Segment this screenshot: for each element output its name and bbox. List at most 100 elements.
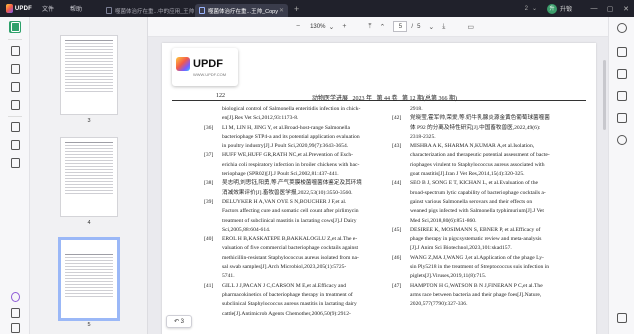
first-page-icon[interactable]: ⤒: [368, 23, 371, 31]
reference-line: [40] EROL H B,KASKATEPE B,BAKKALOGLU Z,et…: [204, 235, 388, 244]
protect-button[interactable]: [9, 139, 21, 151]
previous-page-icon[interactable]: ⌃: [380, 23, 386, 31]
minimize-icon[interactable]: —: [586, 5, 602, 12]
reference-line: [44] SEO B J, SONG E T, KICHAN L, et al.E…: [392, 179, 564, 188]
reference-number: [392, 161, 410, 170]
layers-button[interactable]: [9, 307, 21, 319]
page-number: 122: [216, 93, 225, 99]
page-thumbnail-4[interactable]: [60, 137, 118, 217]
chevron-down-icon[interactable]: ⌄: [328, 23, 334, 31]
reference-line: cattle[J].Antimicrob Agents Chemother,20…: [204, 310, 388, 319]
reference-line: riophages virulent to Staphylococcus aur…: [392, 161, 564, 170]
reference-line: piglets[J].Viruses,2019,11(8):715.: [392, 272, 564, 281]
reference-number: [39]: [204, 198, 214, 205]
reference-line: teriophage (SPR02)[J].J Poult Sci,2002,8…: [204, 170, 388, 179]
ocr-icon[interactable]: [617, 47, 627, 57]
reference-number: [392, 291, 410, 300]
reference-number: [392, 189, 410, 198]
chevron-down-icon[interactable]: ⌄: [532, 5, 537, 12]
journal-info: 动物医学进展 2023 年 第 44 卷 第 12 期(总第 366 期): [312, 96, 458, 102]
reference-number: [392, 198, 410, 207]
zoom-in-button[interactable]: +: [342, 23, 346, 30]
save-icon[interactable]: [617, 135, 627, 145]
avatar[interactable]: 升: [546, 3, 557, 14]
reference-text: 5741.: [222, 273, 235, 280]
comment-mode-button[interactable]: [9, 45, 21, 57]
reference-text: 体 P92 的分离及特性研究[J].中国畜牧兽医,2022,49(6):: [410, 124, 541, 131]
reference-line: [42] 党晓莹,霍军帅,荣爱,等.奶牛乳腺炎源金黄色葡萄球菌噬菌: [392, 114, 564, 123]
reference-text: HUFF WE,HUFF GR,RATH NC,et al.Prevention…: [222, 152, 354, 159]
current-page-input[interactable]: 5: [393, 21, 408, 32]
reference-text: arms race between bacteria and their pha…: [410, 291, 542, 298]
reference-line: [47] HAMPTON H G,WATSON B N J,FINERAN P C…: [392, 282, 564, 291]
updf-watermark: UPDF WWW.UPDF.COM: [172, 48, 238, 86]
total-pages: 5: [417, 23, 421, 30]
ai-icon: [10, 292, 20, 302]
next-page-icon[interactable]: ⌄: [428, 23, 434, 31]
page-thumbnail-3[interactable]: [60, 35, 118, 115]
reference-number: [392, 133, 410, 142]
reference-number: [41]: [204, 282, 214, 289]
reference-text: 吴志明,刘思钰,阳勇,等.产气荚膜梭菌噬菌体鉴定及其环境: [222, 180, 362, 187]
edit-mode-button[interactable]: [9, 63, 21, 75]
watermark-url: WWW.UPDF.COM: [193, 72, 227, 77]
thumbnail-panel: 3 4 5: [30, 17, 148, 334]
menu-file[interactable]: 文件: [42, 4, 60, 13]
document-viewport[interactable]: UPDF WWW.UPDF.COM 122 动物医学进展 2023 年 第 44…: [148, 37, 608, 334]
app-logo: UPDF: [6, 4, 32, 13]
more-icon[interactable]: [617, 313, 627, 323]
layers-icon: [10, 308, 20, 318]
reference-line: Med Sci,2018,80(6):851-860.: [392, 217, 564, 226]
reference-text: Factors affecting cure and somatic cell …: [222, 208, 359, 215]
reference-text: biological control of Salmonella enterit…: [222, 106, 361, 112]
reference-line: 2918.: [392, 105, 564, 114]
reader-icon: [10, 22, 20, 32]
zoom-level[interactable]: 130%: [310, 24, 325, 30]
references-right-column: 2918. [42] 党晓莹,霍军帅,荣爱,等.奶牛乳腺炎源金黄色葡萄球菌噬菌体 P…: [392, 105, 564, 310]
form-button[interactable]: [9, 121, 21, 133]
new-tab-button[interactable]: +: [294, 4, 299, 14]
presentation-icon[interactable]: ▭: [467, 23, 474, 31]
reference-number: [45]: [392, 226, 402, 233]
user-name[interactable]: 升锻: [560, 4, 572, 13]
reference-number: [204, 263, 222, 272]
organize-icon: [10, 82, 20, 92]
page-thumbnail-5[interactable]: [58, 237, 120, 321]
reader-mode-button[interactable]: [9, 21, 21, 33]
stamp-button[interactable]: [9, 157, 21, 169]
close-icon[interactable]: ✕: [618, 5, 634, 13]
tab-document-original[interactable]: 噬菌体治疗在重...中的应用_王帅: [102, 4, 195, 17]
export-icon[interactable]: [617, 69, 627, 79]
vertical-scrollbar[interactable]: [603, 60, 606, 130]
bookmark-button[interactable]: [9, 322, 21, 334]
organize-pages-button[interactable]: [9, 81, 21, 93]
view-toolbar: − 130% ⌄ + ⤒ ⌃ 5 / 5 ⌄ ⤓ ▭: [148, 17, 608, 37]
zoom-out-button[interactable]: −: [296, 23, 300, 30]
reference-line: 5741.: [204, 272, 388, 281]
reference-number: [38]: [204, 180, 214, 187]
reference-line: [43] MISHRA A K, SHARMA N,KUMAR A,et al.I…: [392, 142, 564, 151]
reference-line: phage therapy in pigs:systematic review …: [392, 235, 564, 244]
tab-document-copy[interactable]: 噬菌体治疗在重...王帅_Copy ✕: [195, 4, 288, 17]
reference-line: [36] LI M, LIN H, JING Y, et al.Broad-hos…: [204, 124, 388, 133]
ai-assistant-button[interactable]: [9, 291, 21, 303]
print-icon[interactable]: [617, 113, 627, 123]
reference-text: DELUYKER H A,VAN OYE S N,BOUCHER J F,et …: [222, 198, 347, 205]
undo-button[interactable]: ↶ 3: [166, 315, 192, 328]
share-icon[interactable]: [617, 91, 627, 101]
reference-text: teriophage (SPR02)[J].J Poult Sci,2002,8…: [222, 171, 339, 178]
reference-text: GILL J J,PACAN J C,CARSON M E,et al.Effi…: [222, 282, 347, 289]
menu-help[interactable]: 帮助: [70, 4, 88, 13]
reference-line: in poultry industry[J].J Poult Sci,2020,…: [204, 142, 388, 151]
reference-number: [392, 217, 410, 226]
search-icon[interactable]: [617, 23, 627, 33]
reference-line: 体 P92 的分离及特性研究[J].中国畜牧兽医,2022,49(6):: [392, 124, 564, 133]
reference-line: [41] GILL J J,PACAN J C,CARSON M E,et al.…: [204, 282, 388, 291]
toolbar-divider: [8, 116, 22, 117]
reference-number: [204, 114, 222, 123]
convert-button[interactable]: [9, 99, 21, 111]
last-page-icon[interactable]: ⤓: [442, 23, 445, 31]
maximize-icon[interactable]: ▢: [602, 5, 618, 13]
tab-close-icon[interactable]: ✕: [279, 7, 284, 14]
reference-number: [204, 244, 222, 253]
